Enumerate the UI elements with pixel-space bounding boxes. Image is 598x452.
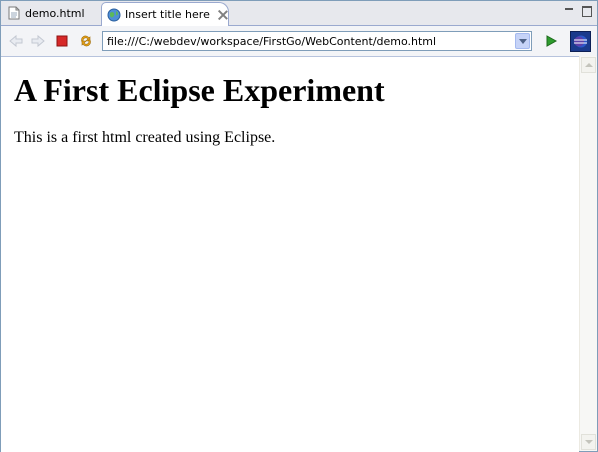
- maximize-button[interactable]: [581, 5, 593, 17]
- url-dropdown-button[interactable]: [515, 33, 530, 49]
- tab-label: Insert title here: [125, 8, 210, 21]
- web-content-area: A First Eclipse Experiment This is a fir…: [1, 56, 579, 452]
- go-button[interactable]: [542, 32, 560, 50]
- globe-icon: [107, 8, 121, 22]
- html-file-icon: [7, 6, 21, 20]
- tab-insert-title-here[interactable]: Insert title here: [101, 2, 229, 26]
- eclipse-button[interactable]: [570, 31, 591, 52]
- page-paragraph: This is a first html created using Eclip…: [14, 129, 276, 146]
- refresh-icon: [81, 35, 91, 47]
- stop-icon: [56, 35, 68, 47]
- close-tab-icon[interactable]: [218, 10, 228, 20]
- tab-demo-html[interactable]: demo.html: [3, 2, 99, 24]
- vertical-scrollbar[interactable]: [579, 56, 597, 451]
- eclipse-icon: [574, 35, 587, 48]
- minimize-button[interactable]: [563, 5, 575, 17]
- go-icon: [546, 35, 558, 47]
- refresh-button[interactable]: [77, 32, 95, 50]
- back-button[interactable]: [7, 32, 25, 50]
- stop-button[interactable]: [53, 32, 71, 50]
- forward-icon: [31, 34, 45, 48]
- scroll-down-button[interactable]: [581, 434, 596, 450]
- forward-button[interactable]: [29, 32, 47, 50]
- tab-label: demo.html: [25, 6, 85, 20]
- back-icon: [9, 34, 23, 48]
- browser-editor-window: demo.html Insert title here file:///C:/w…: [0, 0, 598, 452]
- browser-toolbar: [1, 26, 597, 56]
- editor-tab-strip: demo.html Insert title here: [1, 1, 597, 26]
- scroll-up-button[interactable]: [581, 57, 596, 73]
- url-input[interactable]: [107, 32, 507, 50]
- url-combo: [102, 31, 532, 51]
- page-heading: A First Eclipse Experiment: [14, 72, 385, 108]
